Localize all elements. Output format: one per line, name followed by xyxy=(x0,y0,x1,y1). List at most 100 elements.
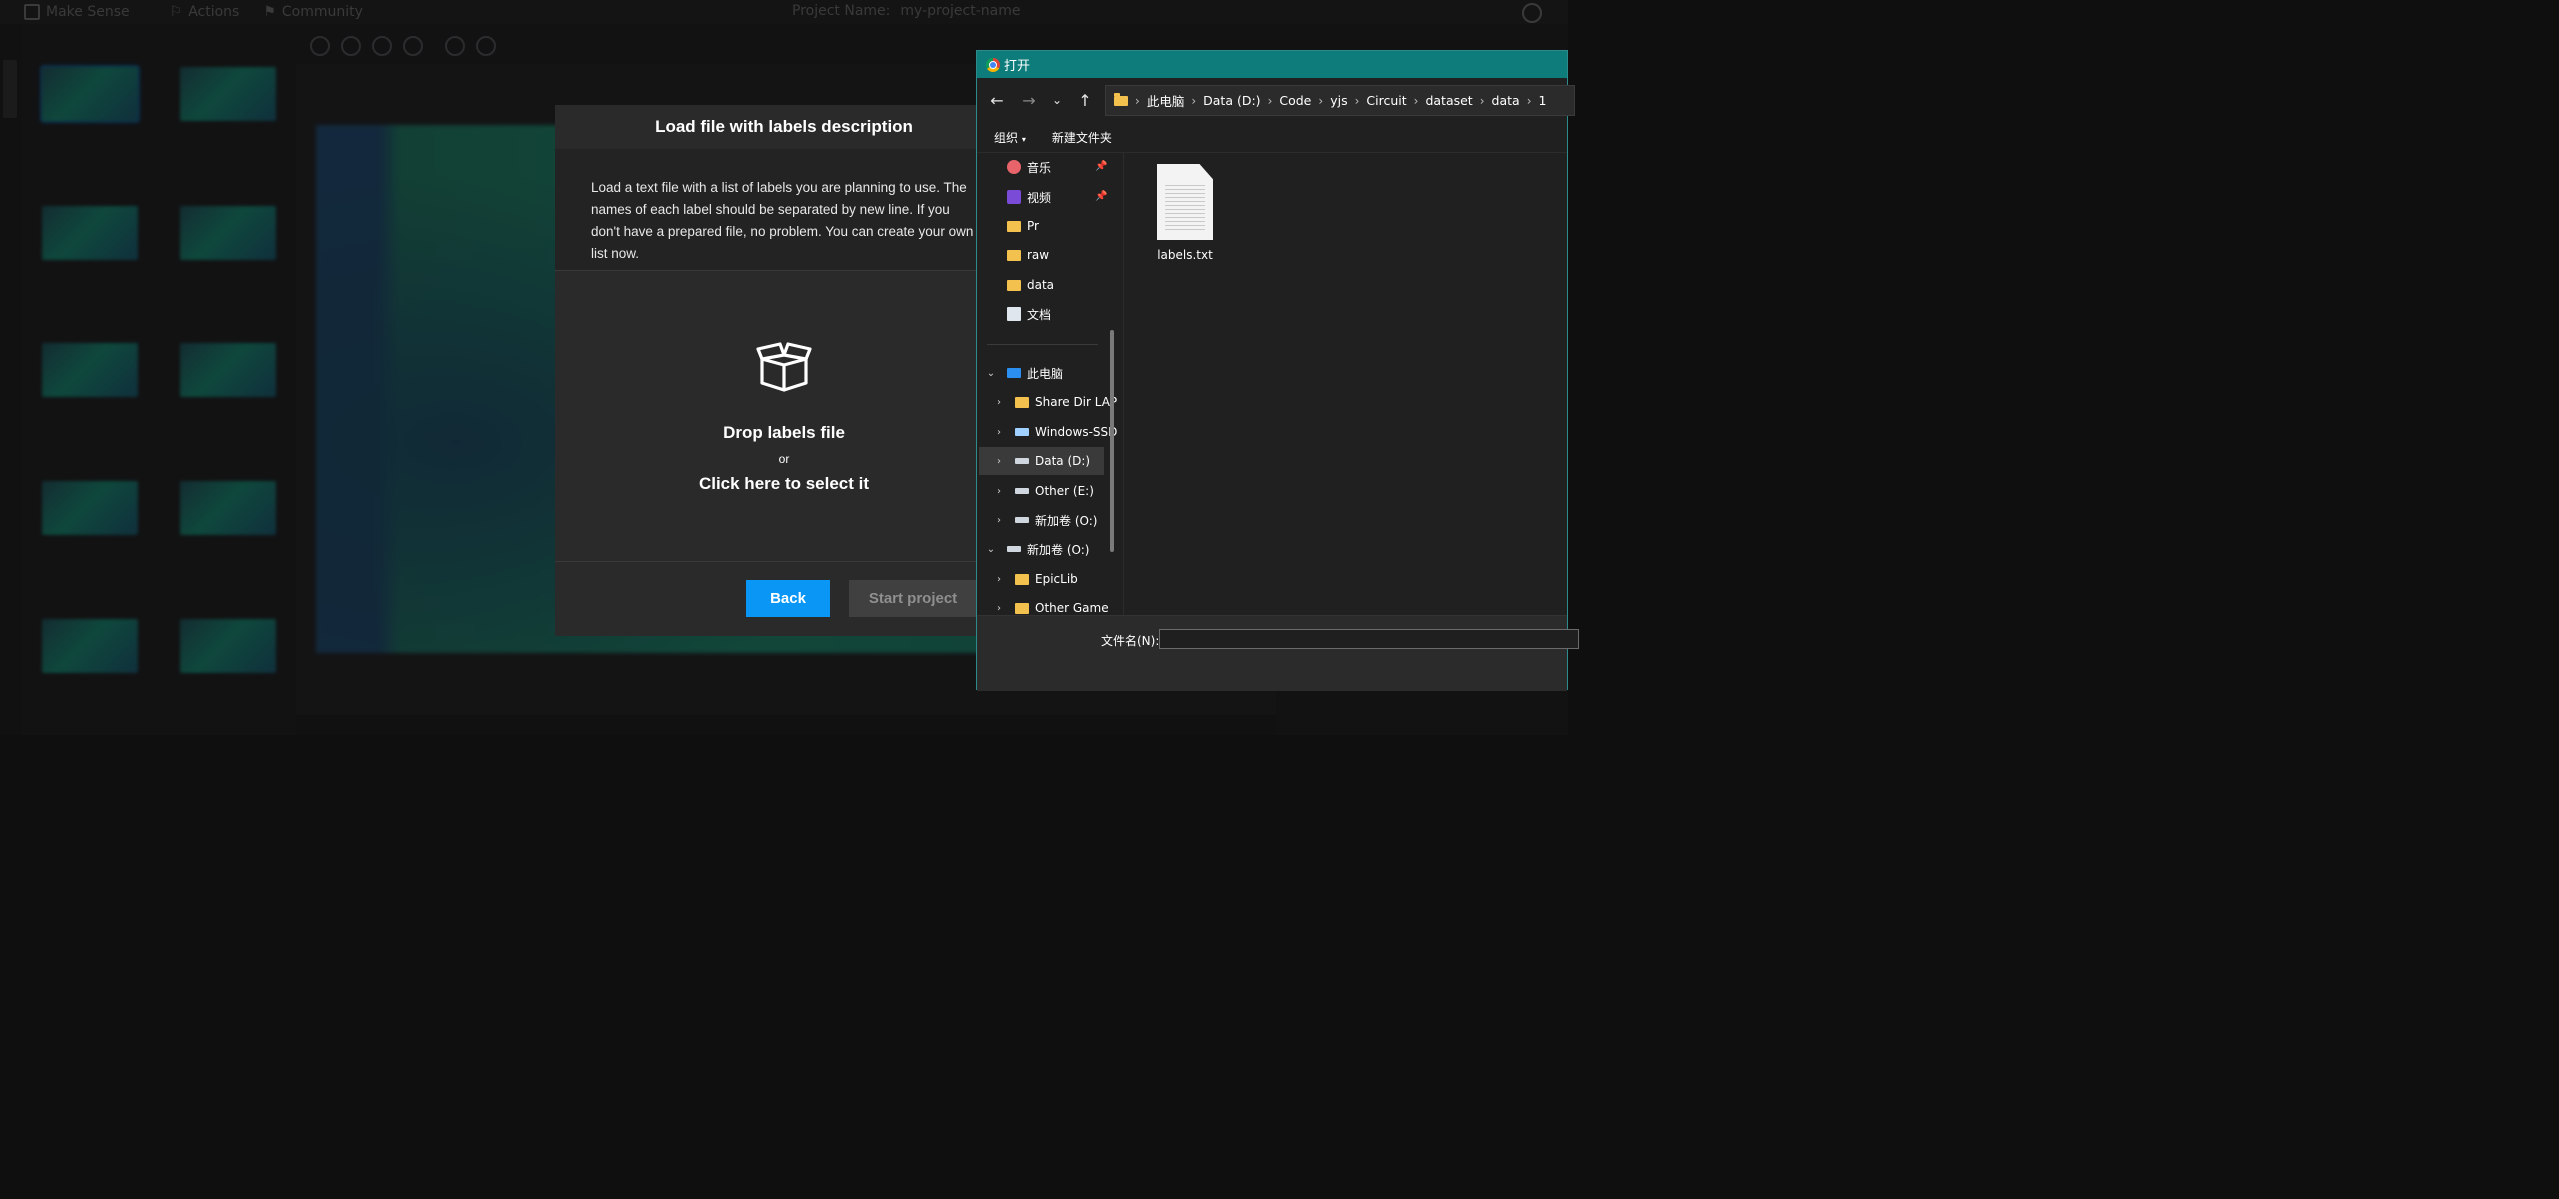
breadcrumb-item[interactable]: 1 xyxy=(1539,93,1547,108)
breadcrumb-item[interactable]: data xyxy=(1492,93,1520,108)
project-name-label: Project Name: xyxy=(792,3,891,19)
image-thumbnail[interactable] xyxy=(180,343,276,397)
modal-title: Load file with labels description xyxy=(655,117,913,136)
nav-item-epiclib[interactable]: › EpicLib xyxy=(993,565,1078,593)
breadcrumb-item[interactable]: dataset xyxy=(1425,93,1472,108)
image-thumbnail[interactable] xyxy=(180,481,276,535)
hand-icon[interactable] xyxy=(445,36,465,56)
menu-actions[interactable]: ⚐ Actions xyxy=(170,4,240,20)
zoom-max-icon[interactable] xyxy=(403,36,423,56)
chevron-down-icon[interactable]: ⌄ xyxy=(985,544,997,555)
image-thumbnail[interactable] xyxy=(180,619,276,673)
dialog-nav-row: ← → ⌄ ↑ › 此电脑 › Data (D:) › Code › yjs ›… xyxy=(977,78,1575,122)
modal-footer: Back Start project xyxy=(555,562,1013,636)
breadcrumb-item[interactable]: Code xyxy=(1279,93,1311,108)
chevron-right-icon[interactable]: › xyxy=(993,397,1005,408)
github-icon[interactable] xyxy=(1522,3,1542,23)
left-side-tab-strip xyxy=(0,24,22,735)
filename-label: 文件名(N): xyxy=(1101,634,1160,648)
file-item[interactable]: labels.txt xyxy=(1144,164,1226,264)
nav-item-raw[interactable]: raw xyxy=(1007,241,1049,269)
logo-icon xyxy=(24,4,40,20)
nav-item-new-volume-o-root[interactable]: ⌄ 新加卷 (O:) xyxy=(985,535,1090,563)
community-icon: ⚑ xyxy=(263,4,276,20)
drive-icon xyxy=(1007,546,1021,552)
image-thumbnail-list xyxy=(22,24,296,735)
zoom-out-icon[interactable] xyxy=(341,36,361,56)
nav-item-data[interactable]: data xyxy=(1007,271,1054,299)
folder-icon xyxy=(1007,220,1021,232)
nav-item-videos[interactable]: 视频 xyxy=(1007,183,1051,211)
nav-item-new-volume-o[interactable]: › 新加卷 (O:) xyxy=(993,506,1097,534)
breadcrumb-item[interactable]: 此电脑 xyxy=(1147,91,1185,110)
editor-bottom-bar xyxy=(296,715,1276,735)
nav-item-pr[interactable]: Pr xyxy=(1007,212,1039,240)
folder-icon xyxy=(1015,396,1029,408)
image-thumbnail[interactable] xyxy=(180,67,276,121)
address-bar[interactable]: › 此电脑 › Data (D:) › Code › yjs › Circuit… xyxy=(1105,85,1575,116)
app-top-bar: Make Sense ⚐ Actions ⚑ Community Project… xyxy=(0,0,1568,24)
folder-icon xyxy=(1015,602,1029,614)
image-thumbnail[interactable] xyxy=(42,67,138,121)
chevron-right-icon[interactable]: › xyxy=(993,603,1005,614)
filename-input[interactable] xyxy=(1159,629,1579,649)
nav-item-this-pc[interactable]: ⌄ 此电脑 xyxy=(985,359,1063,387)
nav-item-other-e[interactable]: › Other (E:) xyxy=(993,477,1094,505)
breadcrumb-separator-icon: › xyxy=(1318,93,1324,108)
back-button[interactable]: Back xyxy=(746,580,830,617)
breadcrumb-item[interactable]: yjs xyxy=(1330,93,1347,108)
nav-item-documents[interactable]: 文档 xyxy=(1007,300,1051,328)
chevron-right-icon[interactable]: › xyxy=(993,456,1005,467)
breadcrumb-separator-icon: › xyxy=(1413,93,1419,108)
breadcrumb-item[interactable]: Circuit xyxy=(1366,93,1406,108)
chevron-right-icon[interactable]: › xyxy=(993,574,1005,585)
chevron-right-icon[interactable]: › xyxy=(993,515,1005,526)
forward-arrow-icon[interactable]: → xyxy=(1019,90,1039,110)
organize-menu[interactable]: 组织 ▾ xyxy=(994,129,1026,146)
image-thumbnail[interactable] xyxy=(42,343,138,397)
project-name-input[interactable]: my-project-name xyxy=(900,3,1020,19)
labels-dropzone[interactable]: Drop labels file or Click here to select… xyxy=(555,270,1013,562)
start-project-button[interactable]: Start project xyxy=(849,580,977,617)
actions-icon: ⚐ xyxy=(169,4,183,20)
breadcrumb-separator-icon: › xyxy=(1354,93,1360,108)
menu-make-sense[interactable]: Make Sense xyxy=(24,4,130,20)
recent-locations-chevron-icon[interactable]: ⌄ xyxy=(1047,90,1067,110)
open-file-dialog: 打开 ← → ⌄ ↑ › 此电脑 › Data (D:) › Code › yj… xyxy=(976,50,1579,691)
nav-scrollbar[interactable] xyxy=(1110,330,1114,552)
select-file-link[interactable]: Click here to select it xyxy=(555,474,1013,494)
breadcrumb-separator-icon: › xyxy=(1135,93,1140,108)
image-thumbnail[interactable] xyxy=(180,206,276,260)
image-thumbnail[interactable] xyxy=(42,481,138,535)
navigation-pane: 音乐 📌 视频 📌 Pr raw data 文档 ⌄ 此电脑 › Share D… xyxy=(977,152,1124,615)
text-file-icon xyxy=(1157,164,1213,240)
image-thumbnail[interactable] xyxy=(42,206,138,260)
chevron-down-icon[interactable]: ⌄ xyxy=(985,368,997,379)
zoom-fit-icon[interactable] xyxy=(372,36,392,56)
breadcrumb-separator-icon: › xyxy=(1191,93,1197,108)
up-arrow-icon[interactable]: ↑ xyxy=(1075,90,1095,110)
nav-item-windows-ssd[interactable]: › Windows-SSD xyxy=(993,418,1117,446)
crosshair-icon[interactable] xyxy=(476,36,496,56)
drive-icon xyxy=(1015,458,1029,464)
nav-item-other-game[interactable]: › Other Game xyxy=(993,594,1109,615)
pin-icon: 📌 xyxy=(1095,191,1108,202)
nav-item-data-d[interactable]: › Data (D:) xyxy=(979,447,1104,475)
menu-community[interactable]: ⚑ Community xyxy=(263,4,363,20)
new-folder-button[interactable]: 新建文件夹 xyxy=(1052,129,1112,146)
chevron-right-icon[interactable]: › xyxy=(993,427,1005,438)
file-list-area: labels.txt xyxy=(1124,152,1569,615)
nav-item-music[interactable]: 音乐 xyxy=(1007,153,1051,181)
nav-item-share-dir[interactable]: › Share Dir LAP xyxy=(993,388,1117,416)
image-thumbnail[interactable] xyxy=(42,619,138,673)
video-icon xyxy=(1007,190,1021,204)
zoom-in-icon[interactable] xyxy=(310,36,330,56)
dialog-title-bar[interactable]: 打开 xyxy=(977,51,1567,78)
back-arrow-icon[interactable]: ← xyxy=(987,90,1007,110)
document-icon xyxy=(1007,307,1021,321)
breadcrumb-item[interactable]: Data (D:) xyxy=(1203,93,1260,108)
drop-labels-title: Drop labels file xyxy=(723,423,845,442)
chevron-right-icon[interactable]: › xyxy=(993,486,1005,497)
images-side-tab[interactable] xyxy=(3,60,17,118)
nav-divider xyxy=(987,344,1098,345)
